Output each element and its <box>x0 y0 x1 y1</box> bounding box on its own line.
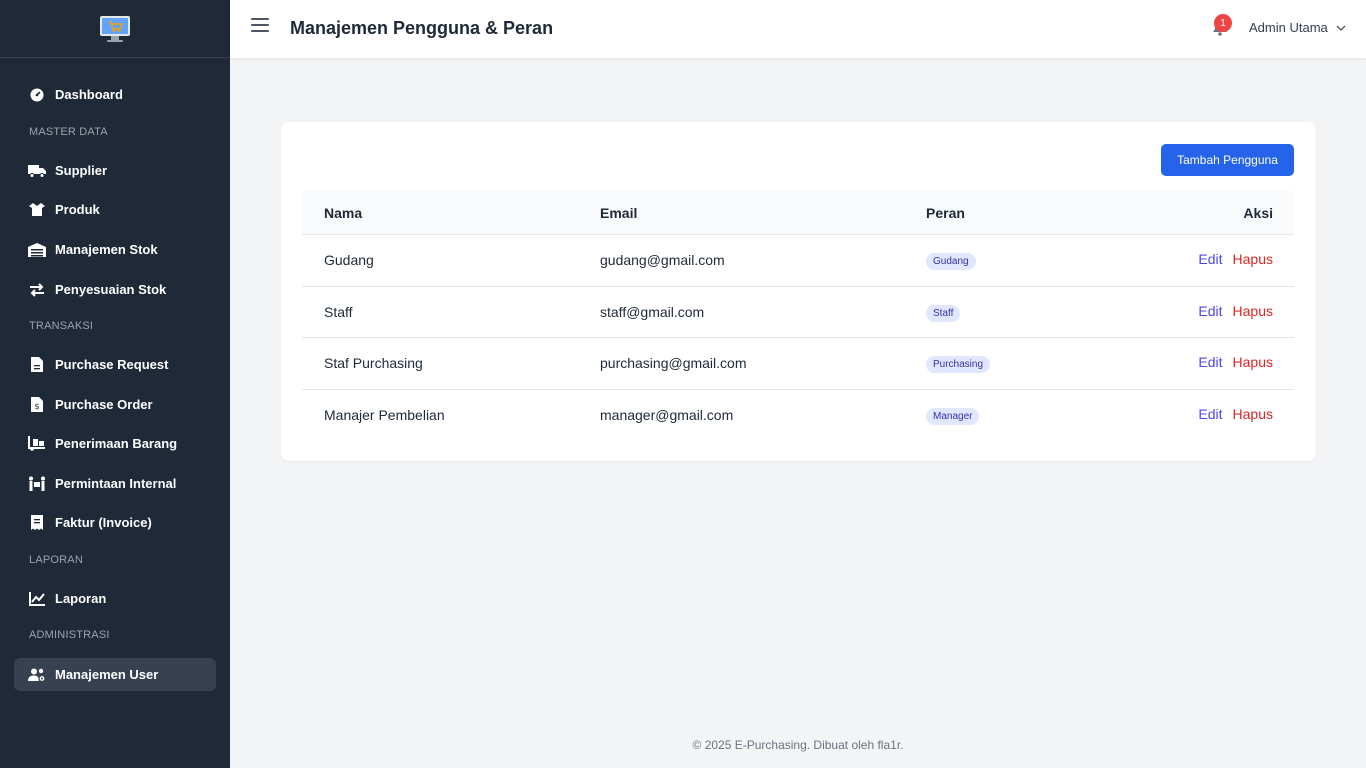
column-header-peran: Peran <box>926 205 965 221</box>
delete-link[interactable]: Hapus <box>1233 251 1273 267</box>
notification-badge: 1 <box>1214 14 1232 32</box>
row-actions: Edit Hapus <box>1198 354 1273 370</box>
cell-nama: Manajer Pembelian <box>324 406 445 423</box>
sidebar-item-laporan[interactable]: Laporan <box>14 582 216 615</box>
sidebar-item-penyesuaian-stok[interactable]: Penyesuaian Stok <box>14 273 216 306</box>
file-invoice-dollar-icon: $ <box>28 396 46 414</box>
warehouse-icon <box>28 241 46 259</box>
column-header-email: Email <box>600 205 638 221</box>
delete-link[interactable]: Hapus <box>1233 406 1273 422</box>
sidebar-item-label: Penyesuaian Stok <box>55 282 167 297</box>
users-card: Tambah Pengguna Nama Email Peran Aksi Gu… <box>281 122 1316 461</box>
sidebar-item-purchase-request[interactable]: Purchase Request <box>14 348 216 381</box>
hamburger-menu-icon[interactable] <box>251 18 269 34</box>
cell-nama: Gudang <box>324 252 374 268</box>
cell-email: staff@gmail.com <box>600 303 705 320</box>
file-icon <box>28 356 46 374</box>
sidebar-item-label: Supplier <box>55 163 108 178</box>
arrows-exchange-icon <box>28 281 46 299</box>
row-actions: Edit Hapus <box>1198 406 1273 422</box>
sidebar-item-label: Manajemen User <box>55 667 159 682</box>
cell-nama: Staff <box>324 303 353 320</box>
sidebar: Dashboard MASTER DATA Supplier Produk Ma… <box>0 0 230 768</box>
edit-link[interactable]: Edit <box>1198 406 1222 422</box>
sidebar-item-label: Produk <box>55 202 100 217</box>
page-title: Manajemen Pengguna & Peran <box>290 18 554 38</box>
sidebar-item-penerimaan-barang[interactable]: Penerimaan Barang <box>14 427 216 460</box>
truck-icon <box>28 162 46 180</box>
svg-text:$: $ <box>35 402 40 411</box>
sidebar-item-manajemen-user[interactable]: Manajemen User <box>14 658 216 691</box>
chart-line-icon <box>28 590 46 608</box>
role-badge: Staff <box>926 304 961 322</box>
top-header: Manajemen Pengguna & Peran 1 Admin Utama <box>230 0 1366 58</box>
sidebar-item-label: Purchase Order <box>55 397 153 412</box>
sidebar-item-manajemen-stok[interactable]: Manajemen Stok <box>14 233 216 266</box>
row-actions: Edit Hapus <box>1198 303 1273 319</box>
sidebar-item-label: Manajemen Stok <box>55 242 158 257</box>
users-table: Nama Email Peran Aksi Gudang gudang@gmai… <box>302 191 1294 441</box>
column-header-aksi: Aksi <box>1243 205 1273 221</box>
sidebar-item-supplier[interactable]: Supplier <box>14 154 216 187</box>
sidebar-item-label: Penerimaan Barang <box>55 436 178 451</box>
table-header: Nama Email Peran Aksi <box>302 191 1294 235</box>
delete-link[interactable]: Hapus <box>1233 354 1273 370</box>
edit-link[interactable]: Edit <box>1198 303 1222 319</box>
sidebar-item-label: Purchase Request <box>55 357 169 372</box>
sidebar-item-label: Dashboard <box>55 87 123 102</box>
edit-link[interactable]: Edit <box>1198 251 1222 267</box>
chevron-down-icon <box>1336 25 1346 31</box>
cell-email: gudang@gmail.com <box>600 252 725 268</box>
role-badge: Gudang <box>926 253 976 270</box>
computer-cart-logo-icon <box>100 15 130 42</box>
page-footer: © 2025 E-Purchasing. Dibuat oleh fla1r. <box>692 738 904 752</box>
role-badge: Manager <box>926 407 980 425</box>
dolly-icon <box>28 435 46 453</box>
edit-link[interactable]: Edit <box>1198 354 1222 370</box>
sidebar-item-faktur[interactable]: Faktur (Invoice) <box>14 506 216 539</box>
people-carry-icon <box>28 475 46 493</box>
sidebar-item-dashboard[interactable]: Dashboard <box>14 78 216 111</box>
sidebar-item-label: Permintaan Internal <box>55 476 177 491</box>
section-administrasi: ADMINISTRASI <box>29 629 110 641</box>
gauge-icon <box>28 86 46 104</box>
receipt-icon <box>28 514 46 532</box>
cell-email: manager@gmail.com <box>600 406 734 423</box>
sidebar-item-purchase-order[interactable]: $ Purchase Order <box>14 388 216 421</box>
cell-email: purchasing@gmail.com <box>600 355 747 371</box>
section-transaksi: TRANSAKSI <box>29 320 94 332</box>
table-row: Manajer Pembelian manager@gmail.com Mana… <box>302 390 1294 442</box>
sidebar-item-label: Laporan <box>55 591 107 606</box>
table-row: Staf Purchasing purchasing@gmail.com Pur… <box>302 338 1294 390</box>
sidebar-item-produk[interactable]: Produk <box>14 193 216 226</box>
section-laporan: LAPORAN <box>29 554 83 566</box>
sidebar-item-label: Faktur (Invoice) <box>55 515 152 530</box>
role-badge: Purchasing <box>926 356 991 373</box>
users-cog-icon <box>28 666 46 684</box>
column-header-nama: Nama <box>324 205 363 221</box>
table-row: Gudang gudang@gmail.com Gudang Edit Hapus <box>302 235 1294 287</box>
sidebar-logo[interactable] <box>0 0 230 58</box>
cell-nama: Staf Purchasing <box>324 355 423 371</box>
box-open-icon <box>28 201 46 219</box>
user-menu-dropdown[interactable]: Admin Utama <box>1249 20 1346 35</box>
sidebar-item-permintaan-internal[interactable]: Permintaan Internal <box>14 467 216 500</box>
row-actions: Edit Hapus <box>1198 251 1273 267</box>
delete-link[interactable]: Hapus <box>1233 303 1273 319</box>
user-name: Admin Utama <box>1249 20 1328 35</box>
table-row: Staff staff@gmail.com Staff Edit Hapus <box>302 287 1294 338</box>
section-master-data: MASTER DATA <box>29 126 108 138</box>
add-user-button[interactable]: Tambah Pengguna <box>1161 144 1294 176</box>
